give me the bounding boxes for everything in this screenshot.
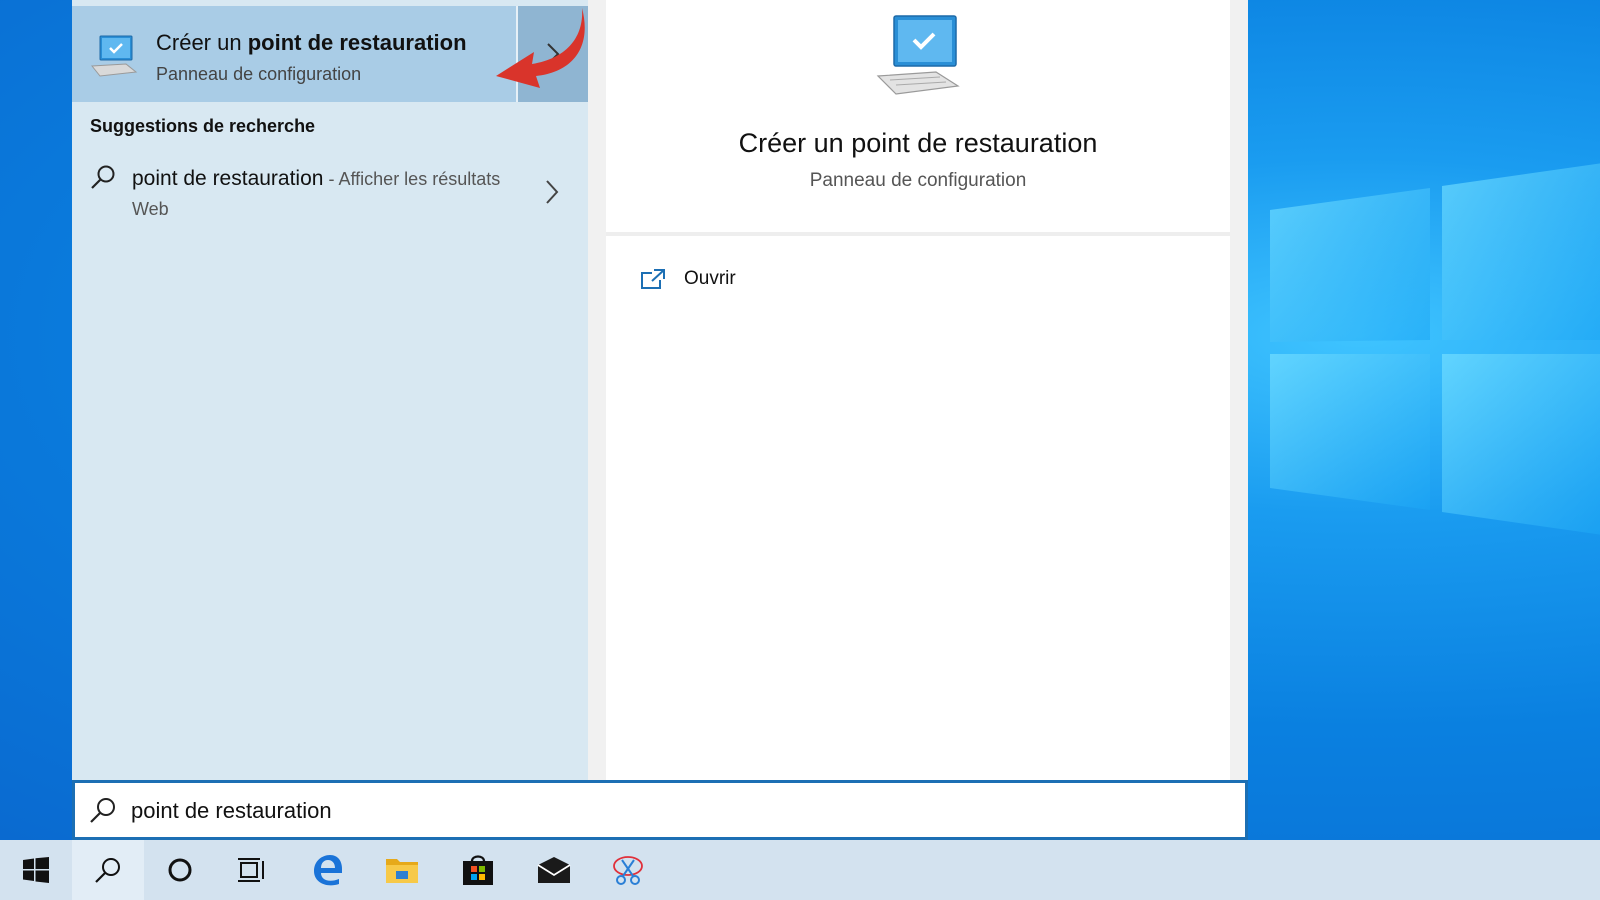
- task-view-button[interactable]: [216, 840, 288, 900]
- best-match-open-area[interactable]: Créer un point de restauration Panneau d…: [72, 6, 516, 102]
- store-button[interactable]: [442, 840, 514, 900]
- preview-pane: Créer un point de restauration Panneau d…: [606, 0, 1230, 780]
- divider: [606, 232, 1230, 236]
- mail-icon: [537, 857, 571, 883]
- file-explorer-icon: [386, 859, 418, 883]
- mail-button[interactable]: [518, 840, 590, 900]
- open-action-label: Ouvrir: [684, 268, 736, 289]
- cortana-icon: [168, 858, 192, 882]
- best-match-result[interactable]: Créer un point de restauration Panneau d…: [72, 6, 588, 102]
- results-pane: Créer un point de restauration Panneau d…: [72, 0, 588, 780]
- suggestions-header: Suggestions de recherche: [90, 116, 316, 136]
- suggestion-item[interactable]: point de restauration - Afficher les rés…: [72, 156, 588, 236]
- suggestion-text: point de restauration - Afficher les rés…: [132, 167, 501, 219]
- search-icon: [90, 798, 115, 823]
- best-match-subtitle: Panneau de configuration: [156, 64, 362, 84]
- preview-title: Créer un point de restauration: [738, 128, 1098, 158]
- search-icon: [91, 165, 115, 189]
- preview-subtitle: Panneau de configuration: [809, 170, 1027, 191]
- computer-restore-icon: [876, 15, 960, 95]
- best-match-title: Créer un point de restauration: [156, 30, 467, 55]
- search-input[interactable]: [131, 793, 1211, 829]
- red-pointer-arrow-icon: [496, 8, 585, 88]
- store-icon: [463, 855, 493, 885]
- search-box[interactable]: [72, 780, 1248, 840]
- search-flyout: Créer un point de restauration Panneau d…: [72, 0, 1248, 840]
- snipping-tool-icon: [613, 856, 643, 885]
- cortana-button[interactable]: [144, 840, 216, 900]
- open-action-button[interactable]: Ouvrir: [640, 264, 736, 294]
- open-icon: [641, 269, 665, 289]
- edge-button[interactable]: [292, 840, 364, 900]
- edge-icon: [314, 855, 342, 886]
- chevron-right-icon[interactable]: [544, 178, 560, 206]
- search-icon: [95, 858, 120, 883]
- start-button[interactable]: [0, 840, 72, 900]
- taskbar: [0, 840, 1600, 900]
- computer-restore-icon: [91, 35, 138, 77]
- windows-start-icon: [23, 857, 49, 883]
- snipping-tool-button[interactable]: [592, 840, 664, 900]
- taskbar-search-button[interactable]: [72, 840, 144, 900]
- file-explorer-button[interactable]: [366, 840, 438, 900]
- windows-logo-wallpaper: [1270, 163, 1600, 535]
- task-view-icon: [238, 858, 264, 882]
